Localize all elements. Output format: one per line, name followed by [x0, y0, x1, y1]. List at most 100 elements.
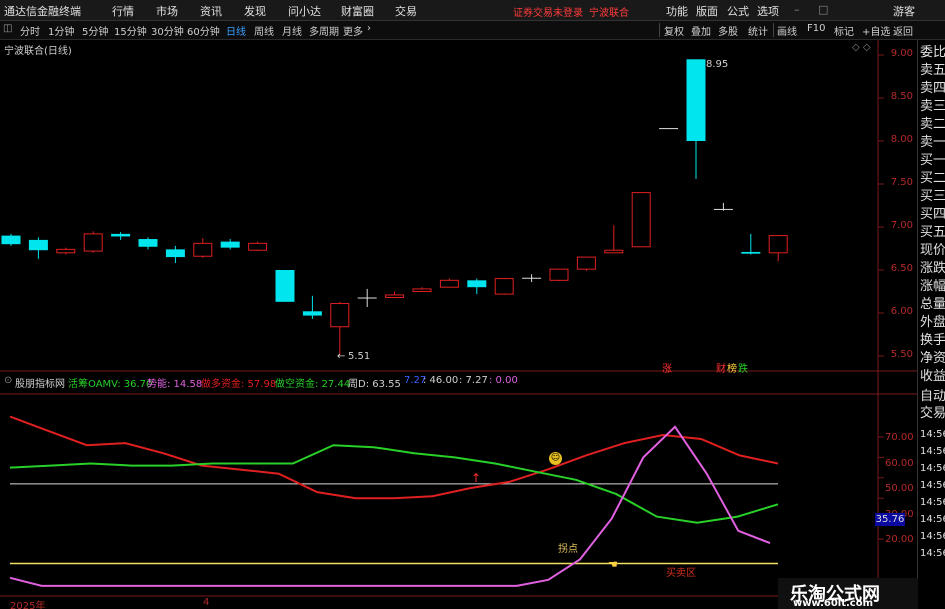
quote-field: 卖五: [920, 63, 945, 78]
settings-diamond-icon[interactable]: ◇ ◇: [852, 42, 871, 53]
y-tick: 9.00: [890, 48, 913, 59]
indicator-settings-icon[interactable]: ⊙: [4, 375, 12, 386]
quote-field: 外盘: [920, 315, 945, 330]
y-tick: 8.50: [890, 91, 913, 102]
candle-body: [1, 235, 21, 245]
indicator-value-d: : 0.00: [489, 375, 518, 386]
candle-body: [522, 277, 542, 279]
tick-time: 14:56: [920, 446, 945, 457]
quote-field: 涨跌: [920, 261, 945, 276]
candle-body: [357, 297, 377, 299]
ind-y-tick: 20.00: [885, 534, 914, 545]
candle-body: [631, 192, 651, 248]
indicator-long-funds: 做多资金: 57.98: [201, 379, 277, 390]
tick-time: 14:56: [920, 497, 945, 508]
candle-body: [83, 233, 103, 252]
candle-body: [604, 249, 624, 254]
marker-rank[interactable]: 榜: [727, 360, 737, 375]
tick-time: 14:56: [920, 429, 945, 440]
quote-field: 卖四: [920, 81, 945, 96]
watermark-url: www.60lt.com: [793, 598, 874, 609]
x-axis-year: 2025年: [10, 601, 46, 609]
quote-field: 买二: [920, 171, 945, 186]
low-price-label: 5.51: [348, 351, 371, 362]
candle-body: [494, 278, 514, 295]
quote-panel: 委比 卖五 卖四 卖三 卖二 卖一 买一 买二 买三 买四 买五 现价 涨跌 涨…: [917, 40, 945, 609]
tick-time: 14:56: [920, 480, 945, 491]
candle-body: [56, 248, 76, 254]
quote-field: 买三: [920, 189, 945, 204]
y-tick: 7.00: [890, 220, 913, 231]
ind-y-tick: 60.00: [885, 458, 914, 469]
x-axis-month: 4: [203, 597, 210, 608]
quote-field: 买一: [920, 153, 945, 168]
candle-body: [275, 270, 295, 302]
auto-trade-label[interactable]: 自动: [920, 390, 945, 404]
indicator-value-c: : 7.27: [459, 375, 488, 386]
candle-body: [686, 59, 706, 141]
quote-field: 卖一: [920, 135, 945, 150]
trade-zone-label: 买卖区: [666, 568, 696, 579]
tick-time: 14:56: [920, 531, 945, 542]
quote-field: 涨幅: [920, 279, 945, 294]
tick-time: 14:56: [920, 514, 945, 525]
quote-field: 现价: [920, 243, 945, 258]
smiley-face-icon: ☺: [549, 452, 562, 465]
candle-body: [220, 241, 240, 248]
auto-trade-label[interactable]: 交易: [920, 407, 945, 421]
indicator-value-b: : 46.00: [423, 375, 459, 386]
quote-field: 总量: [920, 297, 945, 312]
tick-time: 14:56: [920, 548, 945, 559]
candle-body: [111, 233, 131, 237]
candle-body: [576, 256, 596, 270]
quote-field: 买四: [920, 207, 945, 222]
y-tick: 6.50: [890, 263, 913, 274]
candle-body: [659, 128, 679, 130]
candle-body: [302, 311, 322, 316]
candle-body: [768, 235, 788, 254]
candle-body: [165, 249, 185, 258]
candle-body: [439, 279, 459, 288]
quote-field: 买五: [920, 225, 945, 240]
buy-arrow-icon: ↑: [471, 471, 482, 485]
candle-body: [412, 288, 432, 293]
y-tick: 8.00: [890, 134, 913, 145]
y-tick: 5.50: [890, 349, 913, 360]
momentum-line: [9, 425, 771, 587]
chart-canvas[interactable]: [0, 0, 945, 609]
marker-up[interactable]: 涨: [662, 360, 672, 375]
candle-body: [549, 268, 569, 281]
indicator-name[interactable]: 股朋指标网: [15, 375, 65, 390]
indicator-momentum: 势能: 14.58: [147, 379, 203, 390]
quote-field: 委比: [920, 45, 945, 60]
series-title: 宁波联合(日线): [4, 46, 72, 57]
quote-field: 卖三: [920, 99, 945, 114]
quote-field: 收益: [920, 369, 945, 384]
current-value-tag: 35.76: [875, 513, 905, 526]
candle-body: [193, 242, 213, 257]
low-price-arrow: ←: [337, 351, 346, 362]
ind-y-tick: 70.00: [885, 432, 914, 443]
candle-body: [467, 280, 487, 288]
y-tick: 6.00: [890, 306, 913, 317]
quote-field: 换手: [920, 333, 945, 348]
indicator-oamv: 活筹OAMV: 36.70: [68, 379, 153, 390]
candle-body: [28, 239, 48, 251]
ind-y-tick: 50.00: [885, 483, 914, 494]
candle-body: [385, 294, 405, 299]
candle-body: [248, 242, 268, 251]
candle-body: [138, 239, 158, 247]
candle-body: [713, 208, 733, 210]
quote-field: 净资: [920, 351, 945, 366]
marker-down[interactable]: 跌: [738, 360, 748, 375]
indicator-weekly-d: 周D: 63.55: [348, 379, 401, 390]
high-price-label: 8.95: [706, 59, 729, 70]
hand-cursor-icon: ☚: [608, 558, 618, 571]
y-tick: 7.50: [890, 177, 913, 188]
marker-finance[interactable]: 财: [716, 360, 726, 375]
long-funds-line: [9, 415, 779, 500]
indicator-short-funds: 做空资金: 27.44: [275, 379, 351, 390]
turning-point-label: 拐点: [558, 544, 578, 555]
quote-field: 卖二: [920, 117, 945, 132]
candle-body: [741, 251, 761, 254]
